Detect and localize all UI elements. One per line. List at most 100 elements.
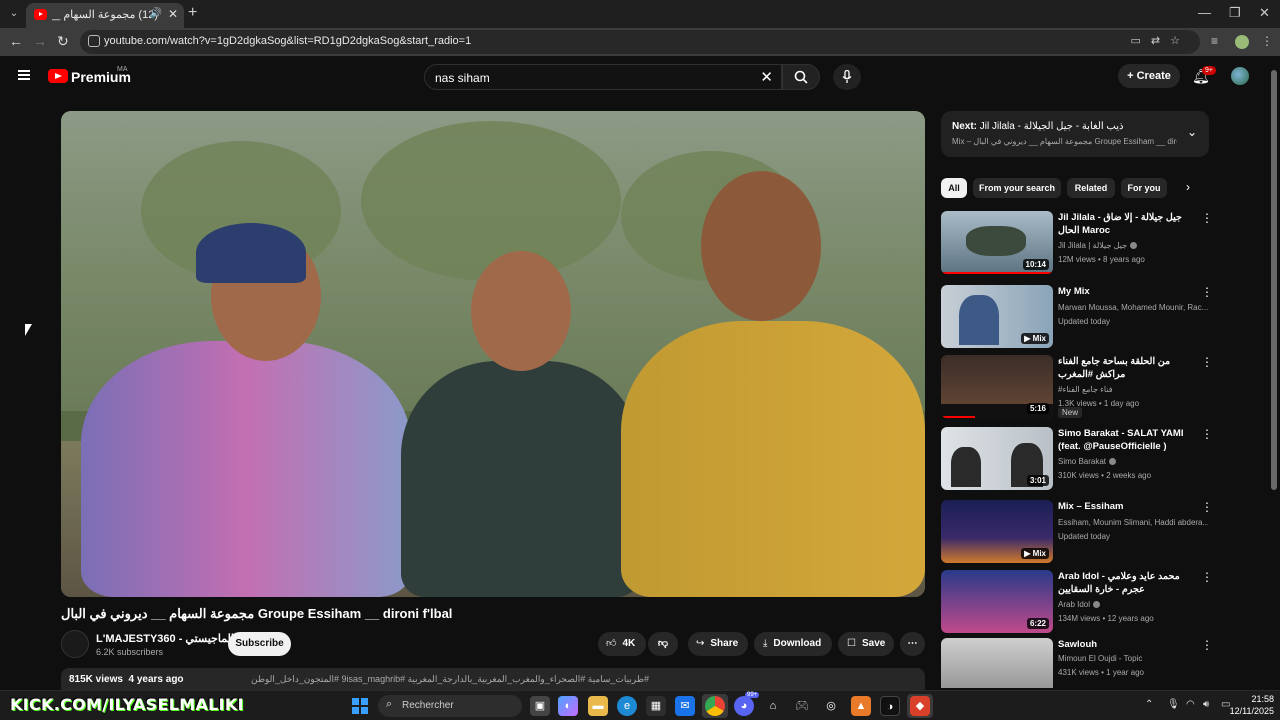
guide-menu-icon[interactable] xyxy=(18,70,30,80)
audio-playing-icon[interactable]: 🔊 xyxy=(150,8,162,19)
recommendation-item[interactable]: ▶ Mix Mix – Essiham Essiham, Mounim Slim… xyxy=(941,500,1213,564)
youtube-logo-icon[interactable] xyxy=(48,69,68,83)
item-menu-icon[interactable]: ⋮ xyxy=(1201,570,1213,584)
recommendation-item[interactable]: 6:22 Arab Idol - محمد عايد وعلامي عجرم -… xyxy=(941,570,1213,634)
discord-icon[interactable]: ◕ xyxy=(734,696,754,716)
chip-from-your-search[interactable]: From your search xyxy=(973,178,1061,198)
restore-icon[interactable]: ❐ xyxy=(1229,5,1241,21)
item-menu-icon[interactable]: ⋮ xyxy=(1201,355,1213,369)
recommendation-title[interactable]: My Mix xyxy=(1058,285,1198,298)
media-controls-icon[interactable]: ≡ xyxy=(1211,34,1218,48)
windows-start-icon[interactable] xyxy=(352,698,368,714)
item-menu-icon[interactable]: ⋮ xyxy=(1201,285,1213,299)
browser-menu-icon[interactable]: ⋮ xyxy=(1261,34,1273,48)
chip-all[interactable]: All xyxy=(941,178,967,198)
recommendation-item[interactable]: 3:01 Simo Barakat - SALAT YAMI (feat. @P… xyxy=(941,427,1213,491)
chevron-right-icon[interactable]: › xyxy=(1186,180,1190,194)
store-icon[interactable]: ▦ xyxy=(646,696,666,716)
media-app-icon[interactable]: ◆ xyxy=(910,696,930,716)
mix-thumbnail[interactable]: ▶ Mix xyxy=(941,500,1053,563)
minimize-icon[interactable]: — xyxy=(1198,5,1211,20)
save-button[interactable]: ☐ Save xyxy=(838,632,894,656)
create-button[interactable]: + Create xyxy=(1118,64,1180,88)
playlist-next-panel[interactable]: Next: Jil Jilala - ذيب الغابة - جيل الجي… xyxy=(941,111,1209,157)
taskbar-search-input[interactable]: ⌕ Rechercher xyxy=(378,695,522,717)
recommendation-title[interactable]: Simo Barakat - SALAT YAMI (feat. @PauseO… xyxy=(1058,427,1198,453)
app-icon[interactable]: ▲ xyxy=(851,696,871,716)
more-actions-button[interactable]: ⋯ xyxy=(900,632,925,656)
profile-avatar-icon[interactable] xyxy=(1235,35,1249,49)
dislike-button[interactable]: 👎︎ xyxy=(648,632,678,656)
search-input[interactable]: nas siham ✕ xyxy=(424,64,782,90)
gamepad-icon[interactable]: 🎮︎ xyxy=(792,696,812,716)
item-menu-icon[interactable]: ⋮ xyxy=(1201,638,1209,652)
forward-icon[interactable]: → xyxy=(33,33,47,49)
recommendation-title[interactable]: Jil Jilala - جيل جيلالة - إلا ضاق الحال … xyxy=(1058,211,1198,237)
chrome-icon[interactable] xyxy=(705,696,725,716)
recommendation-item[interactable]: 5:16 من الحلقة بساحة جامع الفناء مراكش #… xyxy=(941,355,1213,419)
recommendation-item[interactable]: ▶ Mix My Mix Marwan Moussa, Mohamed Moun… xyxy=(941,285,1213,349)
outlook-icon[interactable]: ✉ xyxy=(675,696,695,716)
edge-icon[interactable]: e xyxy=(617,696,637,716)
browser-tab[interactable]: (12) مجموعة السهام __ ديرو 🔊 ✕ xyxy=(26,3,184,28)
recommendation-channel[interactable]: Jil Jilala | جيل جيلالة xyxy=(1058,241,1127,250)
recommendation-item[interactable]: 10:14 Jil Jilala - جيل جيلالة - إلا ضاق … xyxy=(941,211,1213,275)
clock-time[interactable]: 21:58 xyxy=(1246,694,1274,704)
app-icon[interactable]: ◑ xyxy=(880,696,900,716)
channel-avatar[interactable] xyxy=(61,630,89,658)
microphone-icon[interactable]: 🎙︎ xyxy=(1167,699,1180,710)
bookmark-star-icon[interactable]: ☆ xyxy=(1170,35,1190,47)
item-menu-icon[interactable]: ⋮ xyxy=(1201,500,1213,514)
wifi-icon[interactable]: ◠ xyxy=(1186,699,1195,710)
reload-icon[interactable]: ↻ xyxy=(57,33,69,50)
item-menu-icon[interactable]: ⋮ xyxy=(1201,427,1213,441)
video-thumbnail[interactable] xyxy=(941,638,1053,688)
video-player[interactable] xyxy=(61,111,925,597)
url-field[interactable]: youtube.com/watch?v=1gD2dgkaSog&list=RD1… xyxy=(80,30,1200,54)
tab-close-icon[interactable]: ✕ xyxy=(168,7,178,21)
recommendation-title[interactable]: Sawlouh xyxy=(1058,638,1198,651)
window-close-icon[interactable]: ✕ xyxy=(1259,5,1270,21)
recommendation-title[interactable]: Mix – Essiham xyxy=(1058,500,1198,513)
recommendation-title[interactable]: Arab Idol - محمد عايد وعلامي عجرم - خارة… xyxy=(1058,570,1198,596)
channel-name[interactable]: L'MAJESTY360 - الماجيستي xyxy=(96,632,234,645)
clock-date[interactable]: 12/11/2025 xyxy=(1222,706,1274,716)
description-hashtags[interactable]: #طربيات_سامية #الصحراء_والمغرب_المغربية_… xyxy=(251,674,649,685)
voice-search-button[interactable] xyxy=(833,64,861,90)
recommendation-item[interactable]: Sawlouh Mimoun El Oujdi - Topic 431K vie… xyxy=(941,638,1209,688)
video-thumbnail[interactable]: 3:01 xyxy=(941,427,1053,490)
obs-icon[interactable]: ◎ xyxy=(821,696,841,716)
recommendation-channel[interactable]: Arab Idol xyxy=(1058,600,1090,609)
mix-thumbnail[interactable]: ▶ Mix xyxy=(941,285,1053,348)
chevron-down-icon[interactable]: ⌄ xyxy=(1187,125,1197,139)
share-button[interactable]: ↪ Share xyxy=(688,632,748,656)
copilot-icon[interactable]: ◐ xyxy=(558,696,578,716)
microphone-icon xyxy=(842,69,852,83)
video-thumbnail[interactable]: 5:16 xyxy=(941,355,1053,418)
site-info-icon[interactable] xyxy=(88,35,100,47)
clear-search-icon[interactable]: ✕ xyxy=(760,68,773,86)
new-tab-icon[interactable]: + xyxy=(188,4,197,22)
file-explorer-icon[interactable]: ▬ xyxy=(588,696,608,716)
translate-icon[interactable]: ⇄ xyxy=(1151,35,1170,47)
chip-for-you[interactable]: For you xyxy=(1121,178,1167,198)
chip-related[interactable]: Related xyxy=(1067,178,1115,198)
recommendation-channel[interactable]: Simo Barakat xyxy=(1058,457,1106,466)
download-button[interactable]: ⤓ Download xyxy=(754,632,832,656)
video-thumbnail[interactable]: 6:22 xyxy=(941,570,1053,633)
snipping-icon[interactable]: ⌂ xyxy=(763,696,783,716)
video-thumbnail[interactable]: 10:14 xyxy=(941,211,1053,274)
item-menu-icon[interactable]: ⋮ xyxy=(1201,211,1213,225)
cast-icon[interactable]: ▭ xyxy=(1131,35,1151,47)
subscribe-button[interactable]: Subscribe xyxy=(228,632,291,656)
search-button[interactable] xyxy=(782,64,820,90)
back-icon[interactable]: ← xyxy=(9,33,23,49)
account-avatar[interactable] xyxy=(1231,67,1249,85)
recommendation-title[interactable]: من الحلقة بساحة جامع الفناء مراكش #المغر… xyxy=(1058,355,1198,381)
task-view-icon[interactable]: ▣ xyxy=(530,696,550,716)
like-button[interactable]: 👍︎ 4K xyxy=(598,632,646,656)
page-scrollbar[interactable] xyxy=(1271,70,1277,490)
tab-search-icon[interactable]: ⌄ xyxy=(6,6,22,22)
tray-overflow-icon[interactable]: ⌃ xyxy=(1145,699,1153,710)
volume-icon[interactable]: 🔊︎ xyxy=(1203,699,1209,710)
